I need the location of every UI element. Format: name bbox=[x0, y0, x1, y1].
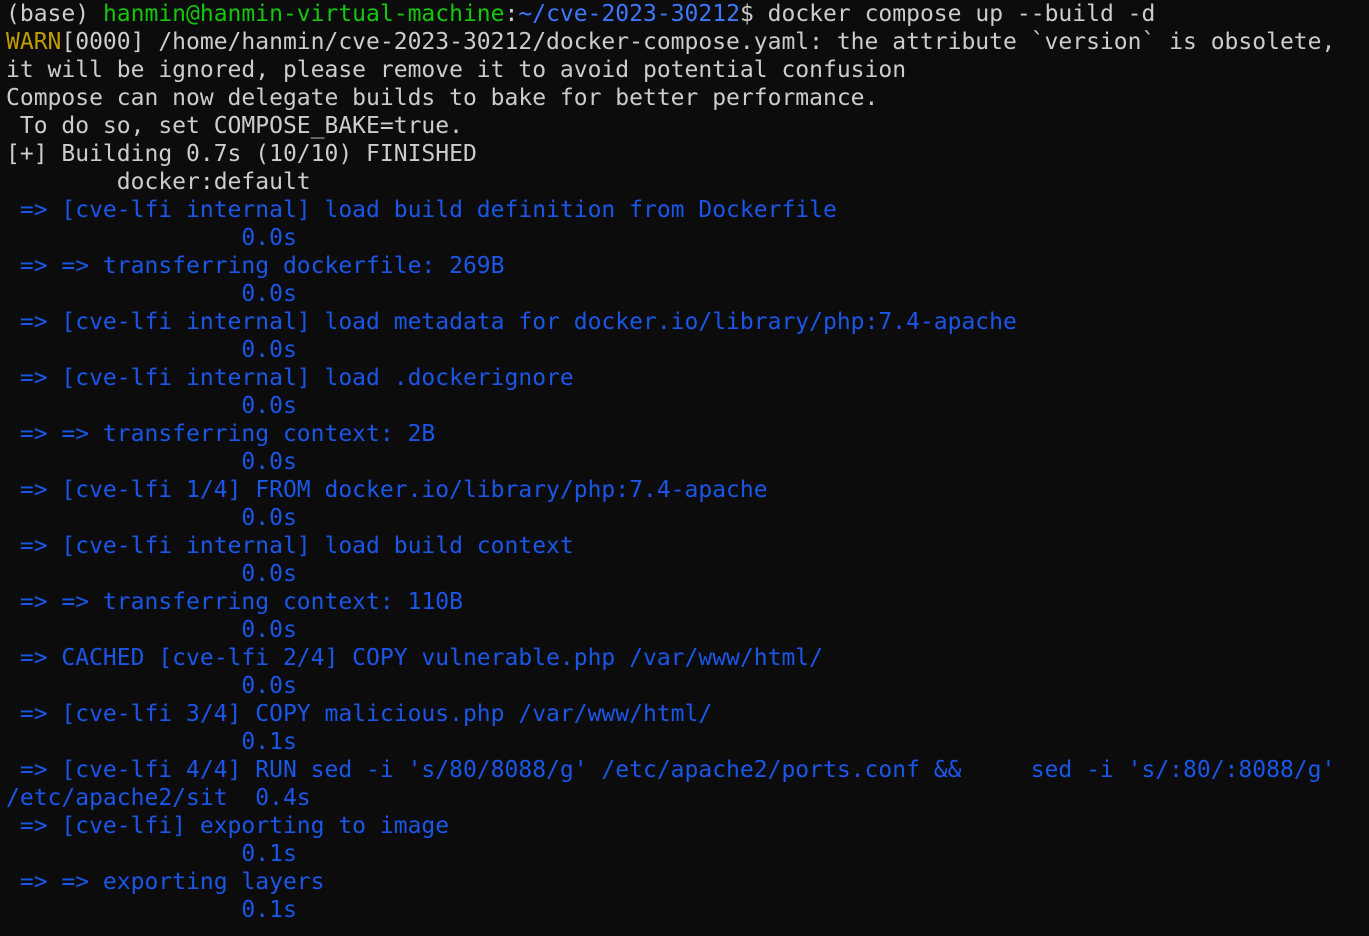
warn-line-1: WARN[0000] /home/hanmin/cve-2023-30212/d… bbox=[6, 28, 1369, 56]
build-step-time: 0.0s bbox=[6, 673, 297, 699]
build-step-line: => [cve-lfi internal] load metadata for … bbox=[6, 309, 1017, 335]
conda-env: (base) bbox=[6, 1, 103, 27]
build-step-line: => [cve-lfi 1/4] FROM docker.io/library/… bbox=[6, 477, 768, 503]
build-step-line: => CACHED [cve-lfi 2/4] COPY vulnerable.… bbox=[6, 645, 823, 671]
warn-message: [0000] /home/hanmin/cve-2023-30212/docke… bbox=[61, 29, 1336, 55]
build-step-time: 0.0s bbox=[6, 617, 297, 643]
build-step-time: 0.1s bbox=[6, 897, 297, 923]
build-steps-list: => [cve-lfi internal] load build definit… bbox=[6, 196, 1369, 924]
build-step-time: 0.0s bbox=[6, 225, 297, 251]
builder-name: docker:default bbox=[6, 169, 311, 195]
build-step-time: 0.0s bbox=[6, 505, 297, 531]
build-step-time: /etc/apache2/sit 0.4s bbox=[6, 785, 311, 811]
build-step-line: => [cve-lfi internal] load .dockerignore bbox=[6, 365, 574, 391]
prompt-line: (base) hanmin@hanmin-virtual-machine:~/c… bbox=[6, 0, 1369, 28]
build-step-line: => => exporting layers bbox=[6, 869, 325, 895]
bake-line-1: Compose can now delegate builds to bake … bbox=[6, 85, 879, 111]
build-step-line: => [cve-lfi internal] load build definit… bbox=[6, 197, 837, 223]
build-step-time: 0.0s bbox=[6, 393, 297, 419]
terminal-window[interactable]: (base) hanmin@hanmin-virtual-machine:~/c… bbox=[0, 0, 1369, 936]
build-step-line: => [cve-lfi] exporting to image bbox=[6, 813, 450, 839]
build-step-line: => => transferring context: 110B bbox=[6, 589, 463, 615]
prompt-user-host: hanmin@hanmin-virtual-machine bbox=[102, 1, 505, 27]
build-step-line: => => transferring context: 2B bbox=[6, 421, 436, 447]
building-status: [+] Building 0.7s (10/10) FINISHED bbox=[6, 141, 477, 167]
build-step-time: 0.0s bbox=[6, 281, 297, 307]
build-step-time: 0.1s bbox=[6, 729, 297, 755]
warn-line-2: it will be ignored, please remove it to … bbox=[6, 57, 907, 83]
build-step-line: => [cve-lfi 4/4] RUN sed -i 's/80/8088/g… bbox=[6, 757, 1336, 783]
build-step-time: 0.0s bbox=[6, 337, 297, 363]
build-step-line: => [cve-lfi internal] load build context bbox=[6, 533, 574, 559]
build-step-time: 0.0s bbox=[6, 449, 297, 475]
command-text: docker compose up --build -d bbox=[767, 1, 1156, 27]
build-step-line: => [cve-lfi 3/4] COPY malicious.php /var… bbox=[6, 701, 713, 727]
prompt-path: ~/cve-2023-30212 bbox=[518, 1, 740, 27]
prompt-colon: : bbox=[504, 1, 519, 27]
build-step-line: => => transferring dockerfile: 269B bbox=[6, 253, 505, 279]
build-step-time: 0.0s bbox=[6, 561, 297, 587]
build-step-time: 0.1s bbox=[6, 841, 297, 867]
bake-line-2: To do so, set COMPOSE_BAKE=true. bbox=[6, 113, 463, 139]
prompt-symbol: $ bbox=[739, 1, 768, 27]
warn-tag: WARN bbox=[6, 29, 62, 55]
